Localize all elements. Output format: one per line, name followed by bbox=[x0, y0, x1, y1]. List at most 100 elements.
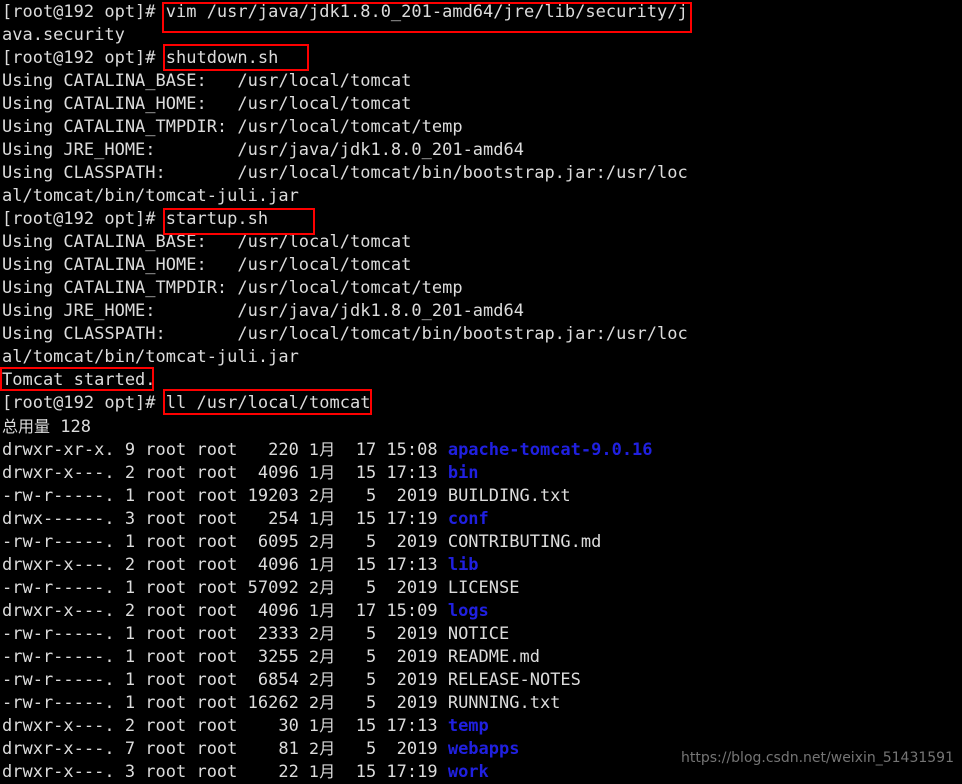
line-text: ava.security bbox=[2, 25, 125, 45]
file-month: 2月 bbox=[309, 624, 336, 643]
line-text: Using JRE_HOME: /usr/java/jdk1.8.0_201-a… bbox=[2, 140, 524, 160]
file-month: 2月 bbox=[309, 647, 336, 666]
file-meta: -rw-r-----. 1 root root 6854 bbox=[2, 670, 310, 690]
file-month: 1月 bbox=[309, 716, 336, 735]
table-row: -rw-r-----. 1 root root 57092 2月 5 2019 … bbox=[2, 576, 519, 599]
table-row: -rw-r-----. 1 root root 6854 2月 5 2019 R… bbox=[2, 668, 581, 691]
file-month: 1月 bbox=[309, 762, 336, 781]
terminal-line: [root@192 opt]# ll /usr/local/tomcat bbox=[2, 392, 370, 415]
file-month: 2月 bbox=[309, 578, 336, 597]
file-meta: drwx------. 3 root root 254 bbox=[2, 509, 310, 529]
terminal-line: al/tomcat/bin/tomcat-juli.jar bbox=[2, 346, 299, 369]
total-label: 总用量 bbox=[2, 417, 51, 436]
file-meta: drwxr-x---. 2 root root 4096 bbox=[2, 555, 310, 575]
file-meta: -rw-r-----. 1 root root 6095 bbox=[2, 532, 310, 552]
file-name: apache-tomcat-9.0.16 bbox=[447, 440, 653, 460]
terminal-window[interactable]: [root@192 opt]# vim /usr/java/jdk1.8.0_2… bbox=[0, 0, 962, 782]
terminal-line: Using CATALINA_TMPDIR: /usr/local/tomcat… bbox=[2, 116, 463, 139]
line-text: Using JRE_HOME: /usr/java/jdk1.8.0_201-a… bbox=[2, 301, 524, 321]
file-meta: -rw-r-----. 1 root root 19203 bbox=[2, 486, 310, 506]
file-meta: drwxr-x---. 2 root root 4096 bbox=[2, 463, 310, 483]
terminal-line: [root@192 opt]# vim /usr/java/jdk1.8.0_2… bbox=[2, 1, 688, 24]
terminal-line: ava.security bbox=[2, 24, 125, 47]
terminal-line: Tomcat started. bbox=[2, 369, 156, 392]
file-meta: drwxr-x---. 2 root root 4096 bbox=[2, 601, 310, 621]
terminal-line: Using CATALINA_BASE: /usr/local/tomcat bbox=[2, 231, 411, 254]
file-date: 5 2019 bbox=[335, 486, 448, 506]
table-row: drwxr-x---. 2 root root 4096 1月 17 15:09… bbox=[2, 599, 489, 622]
file-date: 5 2019 bbox=[335, 670, 448, 690]
file-name: webapps bbox=[447, 739, 520, 759]
file-date: 5 2019 bbox=[335, 739, 448, 759]
table-row: drwxr-x---. 3 root root 22 1月 15 17:19 w… bbox=[2, 760, 489, 783]
file-meta: -rw-r-----. 1 root root 2333 bbox=[2, 624, 310, 644]
line-text: Using CATALINA_TMPDIR: /usr/local/tomcat… bbox=[2, 117, 463, 137]
line-text: [root@192 opt]# startup.sh bbox=[2, 209, 269, 229]
table-row: -rw-r-----. 1 root root 6095 2月 5 2019 C… bbox=[2, 530, 601, 553]
file-month: 1月 bbox=[309, 601, 336, 620]
line-text: al/tomcat/bin/tomcat-juli.jar bbox=[2, 347, 299, 367]
file-name: logs bbox=[447, 601, 489, 621]
file-name: BUILDING.txt bbox=[447, 486, 571, 506]
terminal-line: Using CLASSPATH: /usr/local/tomcat/bin/b… bbox=[2, 323, 688, 346]
file-date: 15 17:19 bbox=[335, 509, 448, 529]
line-text: Using CATALINA_BASE: /usr/local/tomcat bbox=[2, 71, 412, 91]
file-date: 5 2019 bbox=[335, 693, 448, 713]
file-name: CONTRIBUTING.md bbox=[447, 532, 602, 552]
terminal-line: Using JRE_HOME: /usr/java/jdk1.8.0_201-a… bbox=[2, 139, 524, 162]
table-row: drwxr-x---. 2 root root 4096 1月 15 17:13… bbox=[2, 553, 479, 576]
line-text: Using CATALINA_HOME: /usr/local/tomcat bbox=[2, 255, 412, 275]
file-meta: drwxr-x---. 3 root root 22 bbox=[2, 762, 310, 782]
file-month: 1月 bbox=[309, 440, 336, 459]
file-meta: -rw-r-----. 1 root root 16262 bbox=[2, 693, 310, 713]
table-row: drwx------. 3 root root 254 1月 15 17:19 … bbox=[2, 507, 489, 530]
terminal-line: 总用量 128 bbox=[2, 415, 91, 438]
file-date: 5 2019 bbox=[335, 624, 448, 644]
table-row: -rw-r-----. 1 root root 2333 2月 5 2019 N… bbox=[2, 622, 509, 645]
file-date: 5 2019 bbox=[335, 578, 448, 598]
line-text: [root@192 opt]# vim /usr/java/jdk1.8.0_2… bbox=[2, 2, 688, 22]
file-date: 17 15:08 bbox=[335, 440, 448, 460]
terminal-line: Using CATALINA_BASE: /usr/local/tomcat bbox=[2, 70, 411, 93]
line-text: Using CATALINA_HOME: /usr/local/tomcat bbox=[2, 94, 412, 114]
file-date: 17 15:09 bbox=[335, 601, 448, 621]
table-row: drwxr-x---. 7 root root 81 2月 5 2019 web… bbox=[2, 737, 519, 760]
line-text: Using CLASSPATH: /usr/local/tomcat/bin/b… bbox=[2, 163, 688, 183]
table-row: -rw-r-----. 1 root root 3255 2月 5 2019 R… bbox=[2, 645, 540, 668]
terminal-line: [root@192 opt]# shutdown.sh bbox=[2, 47, 278, 70]
file-month: 1月 bbox=[309, 463, 336, 482]
file-month: 2月 bbox=[309, 486, 336, 505]
file-month: 2月 bbox=[309, 693, 336, 712]
file-name: NOTICE bbox=[447, 624, 510, 644]
terminal-line: Using CATALINA_HOME: /usr/local/tomcat bbox=[2, 93, 411, 116]
file-date: 5 2019 bbox=[335, 647, 448, 667]
terminal-line: Using JRE_HOME: /usr/java/jdk1.8.0_201-a… bbox=[2, 300, 524, 323]
line-text: [root@192 opt]# ll /usr/local/tomcat bbox=[2, 393, 371, 413]
table-row: drwxr-x---. 2 root root 30 1月 15 17:13 t… bbox=[2, 714, 489, 737]
line-text: [root@192 opt]# shutdown.sh bbox=[2, 48, 279, 68]
terminal-line: Using CLASSPATH: /usr/local/tomcat/bin/b… bbox=[2, 162, 688, 185]
file-date: 5 2019 bbox=[335, 532, 448, 552]
file-month: 2月 bbox=[309, 739, 336, 758]
file-name: work bbox=[447, 762, 489, 782]
file-meta: drwxr-x---. 2 root root 30 bbox=[2, 716, 310, 736]
file-name: bin bbox=[447, 463, 479, 483]
file-name: RELEASE-NOTES bbox=[447, 670, 581, 690]
file-name: LICENSE bbox=[447, 578, 520, 598]
file-date: 15 17:13 bbox=[335, 555, 448, 575]
watermark: https://blog.csdn.net/weixin_51431591 bbox=[680, 750, 954, 766]
total-value: 128 bbox=[50, 417, 91, 437]
file-name: RUNNING.txt bbox=[447, 693, 561, 713]
line-text: al/tomcat/bin/tomcat-juli.jar bbox=[2, 186, 299, 206]
table-row: -rw-r-----. 1 root root 16262 2月 5 2019 … bbox=[2, 691, 560, 714]
file-month: 1月 bbox=[309, 509, 336, 528]
table-row: drwxr-x---. 2 root root 4096 1月 15 17:13… bbox=[2, 461, 479, 484]
file-month: 1月 bbox=[309, 555, 336, 574]
file-date: 15 17:19 bbox=[335, 762, 448, 782]
terminal-line: [root@192 opt]# startup.sh bbox=[2, 208, 268, 231]
file-name: README.md bbox=[447, 647, 540, 667]
terminal-line: Using CATALINA_TMPDIR: /usr/local/tomcat… bbox=[2, 277, 463, 300]
file-meta: drwxr-xr-x. 9 root root 220 bbox=[2, 440, 310, 460]
table-row: -rw-r-----. 1 root root 19203 2月 5 2019 … bbox=[2, 484, 571, 507]
line-text: Using CATALINA_TMPDIR: /usr/local/tomcat… bbox=[2, 278, 463, 298]
